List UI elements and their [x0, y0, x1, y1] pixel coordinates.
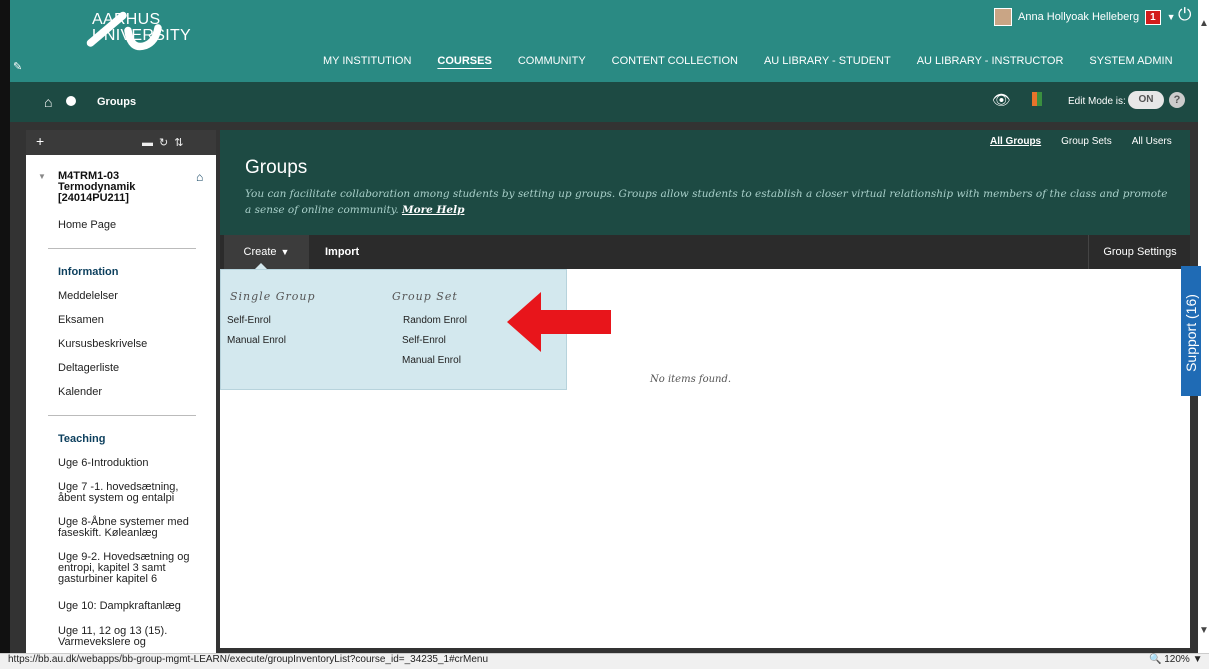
menu-item-single-manual-enrol[interactable]: Manual Enrol	[227, 335, 286, 346]
pencil-icon[interactable]: ✎	[13, 60, 22, 73]
sidebar-item-kalender[interactable]: Kalender	[58, 387, 206, 398]
red-arrow-icon	[507, 292, 611, 352]
sidebar-item-uge-10[interactable]: Uge 10: Dampkraftanlæg	[58, 601, 206, 612]
menu-item-set-self-enrol[interactable]: Self-Enrol	[402, 335, 446, 346]
chevron-down-icon[interactable]: ▼	[1167, 12, 1176, 22]
edit-mode-label: Edit Mode is:	[1068, 96, 1126, 107]
breadcrumb-title: Groups	[97, 96, 137, 108]
sidebar-tool-icons[interactable]: ▬↻⇅	[142, 136, 189, 149]
empty-list-message: No items found.	[650, 374, 732, 385]
color-palette-icon[interactable]	[1032, 92, 1042, 106]
group-settings-button[interactable]: Group Settings	[1088, 235, 1191, 269]
breadcrumb-bar	[0, 82, 1198, 122]
folder-icon[interactable]: ▬	[142, 137, 159, 149]
sidebar-item-uge-6[interactable]: Uge 6-Introduktion	[58, 458, 206, 469]
create-button-label: Create	[243, 246, 277, 258]
course-home-icon[interactable]: ⌂	[196, 170, 203, 184]
chevron-down-icon: ▼	[280, 247, 290, 257]
nav-system-admin[interactable]: SYSTEM ADMIN	[1076, 55, 1185, 67]
logo-text: AARHUS UNIVERSITY	[92, 12, 191, 44]
nav-courses[interactable]: COURSES	[424, 55, 504, 67]
nav-my-institution[interactable]: MY INSTITUTION	[310, 55, 424, 67]
dropdown-heading-group-set: Group Set	[392, 290, 458, 303]
zoom-icon: 🔍	[1149, 654, 1162, 665]
sidebar-item-kursusbeskrivelse[interactable]: Kursusbeskrivelse	[58, 339, 206, 350]
zoom-level[interactable]: 120%	[1164, 654, 1190, 665]
page-title: Groups	[245, 157, 308, 178]
sidebar-item-deltagerliste[interactable]: Deltagerliste	[58, 363, 206, 374]
page-description-text: You can facilitate collaboration among s…	[245, 188, 1168, 216]
nav-au-library-student[interactable]: AU LIBRARY - STUDENT	[751, 55, 904, 67]
scroll-down-icon[interactable]: ▼	[1199, 625, 1209, 636]
sidebar-item-uge-11-12-13[interactable]: Uge 11, 12 og 13 (15). Varmevekslere og	[58, 626, 206, 648]
reorder-icon[interactable]: ⇅	[174, 137, 189, 149]
logo-line-1: AARHUS	[92, 11, 161, 28]
sidebar-divider	[48, 415, 196, 416]
sidebar-item-uge-9[interactable]: Uge 9-2. Hovedsætning og entropi, kapite…	[58, 552, 206, 585]
avatar[interactable]	[994, 8, 1012, 26]
sidebar-heading-teaching: Teaching	[58, 433, 106, 445]
nav-au-library-instructor[interactable]: AU LIBRARY - INSTRUCTOR	[904, 55, 1077, 67]
notification-badge[interactable]: 1	[1145, 9, 1161, 25]
home-icon[interactable]: ⌂	[44, 94, 52, 110]
breadcrumb-menu-icon[interactable]	[66, 96, 76, 106]
action-bar	[220, 235, 1190, 269]
menu-item-set-random-enrol[interactable]: Random Enrol	[403, 315, 467, 326]
add-menu-item-icon[interactable]: +	[36, 133, 44, 149]
group-tabs: All Groups Group Sets All Users	[990, 136, 1172, 147]
page-description: You can facilitate collaboration among s…	[245, 186, 1175, 218]
tab-all-users[interactable]: All Users	[1132, 136, 1172, 147]
menu-item-set-manual-enrol[interactable]: Manual Enrol	[402, 355, 461, 366]
main-nav: MY INSTITUTION COURSES COMMUNITY CONTENT…	[310, 55, 1186, 67]
nav-community[interactable]: COMMUNITY	[505, 55, 599, 67]
support-tab-label[interactable]: Support (16)	[1183, 283, 1199, 383]
tab-group-sets[interactable]: Group Sets	[1061, 136, 1112, 147]
dropdown-heading-single-group: Single Group	[230, 290, 316, 303]
sidebar-heading-information: Information	[58, 266, 119, 278]
import-button[interactable]: Import	[325, 246, 359, 258]
status-url: https://bb.au.dk/webapps/bb-group-mgmt-L…	[8, 654, 489, 665]
sidebar-item-uge-8[interactable]: Uge 8-Åbne systemer med faseskift. Kølea…	[58, 517, 206, 539]
edit-mode-toggle[interactable]: ON	[1128, 91, 1164, 109]
scroll-up-icon[interactable]: ▲	[1199, 18, 1209, 29]
chevron-down-icon[interactable]: ▼	[1193, 654, 1203, 665]
sidebar-divider	[48, 248, 196, 249]
user-name[interactable]: Anna Hollyoak Helleberg	[1018, 11, 1139, 23]
course-title[interactable]: M4TRM1-03 Termodynamik [24014PU211]	[58, 171, 178, 204]
help-icon[interactable]: ?	[1169, 92, 1185, 108]
sidebar-item-eksamen[interactable]: Eksamen	[58, 315, 206, 326]
student-preview-icon[interactable]: 👁	[992, 91, 1011, 109]
window-left-edge	[0, 0, 10, 668]
sidebar-item-uge-7[interactable]: Uge 7 -1. hovedsætning, åbent system og …	[58, 482, 206, 504]
refresh-icon[interactable]: ↻	[159, 137, 174, 149]
user-menu[interactable]: Anna Hollyoak Helleberg 1 ▼	[994, 7, 1176, 27]
sidebar-item-meddelelser[interactable]: Meddelelser	[58, 291, 206, 302]
collapse-caret-icon[interactable]: ▼	[38, 172, 46, 181]
nav-content-collection[interactable]: CONTENT COLLECTION	[599, 55, 751, 67]
zoom-control[interactable]: 🔍 120% ▼	[1149, 654, 1203, 665]
menu-item-single-self-enrol[interactable]: Self-Enrol	[227, 315, 271, 326]
logo-line-2: UNIVERSITY	[92, 27, 192, 44]
power-icon[interactable]: ⏻	[1178, 5, 1191, 25]
sidebar-item-home-page[interactable]: Home Page	[58, 220, 206, 231]
tab-all-groups[interactable]: All Groups	[990, 136, 1041, 147]
more-help-link[interactable]: More Help	[402, 204, 464, 216]
